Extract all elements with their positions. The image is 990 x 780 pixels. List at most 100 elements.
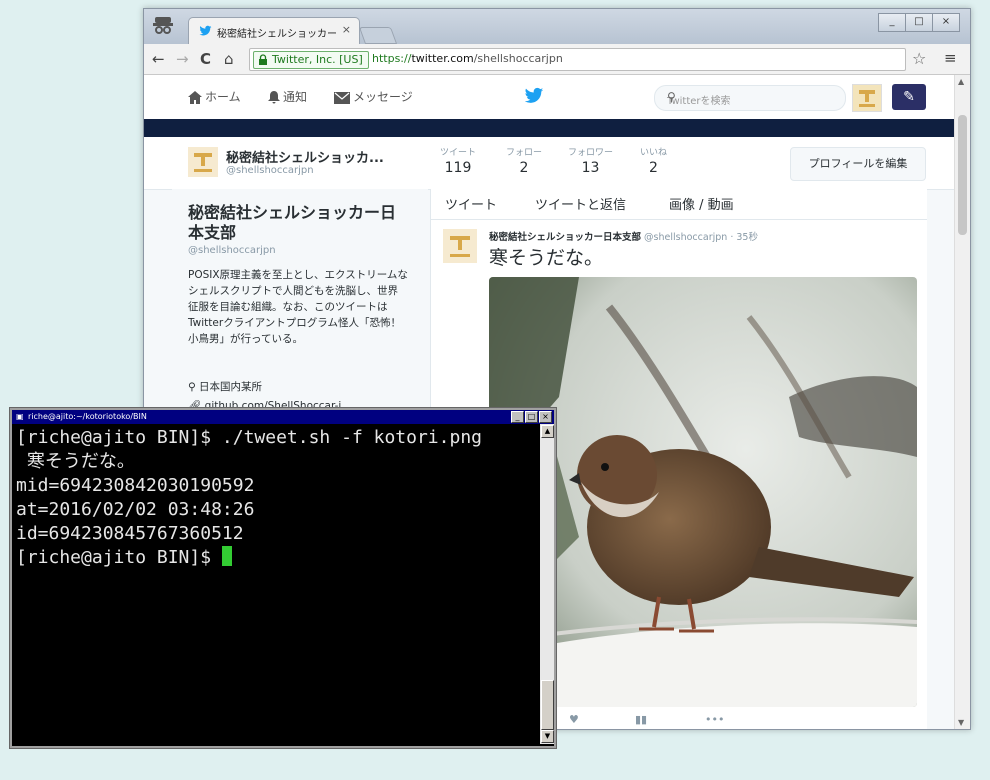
url-path: /shellshoccarjpn (473, 52, 563, 65)
tab-tweets-and-replies[interactable]: ツイートと返信 (535, 194, 626, 213)
scrollbar-thumb[interactable] (958, 115, 967, 235)
terminal-line: at=2016/02/02 03:48:26 (16, 499, 255, 520)
minimize-button[interactable]: _ (878, 13, 906, 32)
browser-titlebar: 秘密結社シェルショッカー日本 × _□× (144, 9, 970, 45)
page-scrollbar[interactable]: ▲ ▼ (954, 75, 970, 729)
profile-bio: POSIX原理主義を至上とし、エクストリームなシェルスクリプトで人間どもを洗脳し… (188, 269, 408, 345)
bell-icon (268, 91, 280, 104)
terminal-window: ▣ riche@ajito:~/kotoriotoko/BIN _ □ × [ric… (10, 408, 556, 748)
stat-label: フォロワー (568, 148, 614, 158)
tab-tweets[interactable]: ツイート (445, 194, 497, 213)
analytics-icon[interactable]: ▮▮ (635, 713, 647, 726)
terminal-scrollbar-thumb[interactable] (541, 680, 554, 730)
twitter-top-nav: ホーム 通知 メッセージ Twitterを検索 ⚲ ✎ (144, 75, 954, 120)
home-icon[interactable]: ⌂ (224, 50, 234, 68)
more-options-icon[interactable]: ••• (705, 713, 724, 726)
scroll-up-arrow-icon[interactable]: ▲ (958, 77, 964, 86)
tweet-text: 寒そうだな。 (489, 247, 604, 269)
terminal-window-controls: _ □ × (510, 411, 552, 423)
browser-tab[interactable]: 秘密結社シェルショッカー日本 × (188, 17, 360, 45)
menu-icon[interactable]: ≡ (944, 49, 957, 67)
tweet-header: 秘密結社シェルショッカー日本支部 @shellshoccarjpn · 35秒 (489, 229, 758, 243)
ev-certificate-badge[interactable]: Twitter, Inc. [US] (253, 51, 369, 69)
url-host: twitter.com (411, 52, 474, 65)
stat-followers[interactable]: フォロワー 13 (568, 145, 613, 176)
tweet-time[interactable]: · 35秒 (730, 232, 758, 243)
stat-value: 2 (649, 160, 658, 176)
terminal-line: 寒そうだな。 (16, 451, 135, 472)
nav-messages[interactable]: メッセージ (334, 88, 413, 105)
terminal-line: mid=694230842030190592 (16, 475, 255, 496)
back-arrow-icon[interactable]: ← (152, 50, 165, 68)
forward-arrow-icon[interactable]: → (176, 50, 189, 68)
like-heart-icon[interactable]: ♥ (569, 713, 579, 726)
stat-value: 13 (581, 160, 600, 176)
terminal-scrollbar[interactable]: ▲ ▼ (540, 424, 554, 744)
lock-icon (259, 54, 267, 65)
new-tab-button[interactable] (358, 27, 398, 44)
twitter-bird-icon[interactable] (524, 87, 544, 105)
browser-toolbar: ← → C ⌂ Twitter, Inc. [US] https://twitt… (144, 44, 970, 75)
search-icon[interactable]: ⚲ (667, 90, 833, 104)
stat-tweets[interactable]: ツイート 119 (440, 145, 476, 176)
tab-close-button[interactable]: × (342, 23, 351, 36)
address-bar[interactable]: Twitter, Inc. [US] https://twitter.com/s… (249, 48, 906, 71)
terminal-scroll-up-icon[interactable]: ▲ (541, 425, 554, 438)
stat-value: 119 (444, 160, 472, 176)
terminal-maximize-button[interactable]: □ (525, 411, 538, 423)
bookmark-star-icon[interactable]: ☆ (912, 49, 926, 68)
nav-notifications-label: 通知 (283, 90, 308, 104)
terminal-output[interactable]: [riche@ajito BIN]$ ./tweet.sh -f kotori.… (16, 426, 536, 744)
timeline-tabs: ツイート ツイートと返信 画像 / 動画 (431, 189, 927, 220)
url-text: https://twitter.com/shellshoccarjpn (372, 52, 563, 65)
tab-media[interactable]: 画像 / 動画 (669, 194, 734, 213)
nav-notifications[interactable]: 通知 (268, 88, 307, 105)
stat-following[interactable]: フォロー 2 (506, 145, 542, 176)
compose-tweet-button[interactable]: ✎ (892, 84, 926, 110)
terminal-line: id=694230845767360512 (16, 523, 244, 544)
terminal-scroll-down-icon[interactable]: ▼ (541, 730, 554, 743)
stat-label: いいね (640, 148, 668, 158)
shellshoccar-logo-icon (859, 90, 875, 107)
close-window-button[interactable]: × (932, 13, 960, 32)
maximize-button[interactable]: □ (905, 13, 933, 32)
edit-profile-button[interactable]: プロフィールを編集 (790, 147, 926, 181)
terminal-minimize-button[interactable]: _ (511, 411, 524, 423)
nav-messages-label: メッセージ (353, 90, 413, 104)
profile-sidebar-handle: @shellshoccarjpn (188, 245, 276, 256)
terminal-titlebar: ▣ riche@ajito:~/kotoriotoko/BIN _ □ × (12, 410, 554, 424)
tweet-author[interactable]: 秘密結社シェルショッカー日本支部 (489, 232, 641, 243)
terminal-title: riche@ajito:~/kotoriotoko/BIN (28, 412, 147, 421)
search-input[interactable]: Twitterを検索 ⚲ (654, 85, 846, 111)
stat-value: 2 (519, 160, 529, 176)
profile-banner (144, 119, 954, 137)
tab-title: 秘密結社シェルショッカー日本 (217, 29, 337, 40)
tweet-handle[interactable]: @shellshoccarjpn (644, 232, 727, 243)
profile-avatar[interactable] (188, 147, 218, 177)
nav-home-label: ホーム (205, 90, 241, 104)
reload-icon[interactable]: C (200, 50, 211, 68)
incognito-icon (153, 17, 173, 34)
terminal-close-button[interactable]: × (539, 411, 552, 423)
profile-name[interactable]: 秘密結社シェルショッカ... (226, 147, 384, 166)
profile-full-name: 秘密結社シェルショッカー日本支部 (188, 203, 397, 242)
location-text: 日本国内某所 (199, 381, 263, 393)
stat-likes[interactable]: いいね 2 (640, 145, 667, 176)
scroll-down-arrow-icon[interactable]: ▼ (958, 718, 964, 727)
home-icon (188, 91, 202, 104)
stat-label: フォロー (506, 148, 543, 158)
envelope-icon (334, 92, 350, 104)
tweet-avatar[interactable] (443, 229, 477, 263)
nav-home[interactable]: ホーム (188, 88, 241, 105)
location-pin-icon: ⚲ (188, 381, 200, 393)
profile-nav-bar: 秘密結社シェルショッカ... @shellshoccarjpn ツイート 119… (144, 137, 954, 190)
terminal-prompt: [riche@ajito BIN]$ (16, 547, 222, 568)
terminal-prompt-line: [riche@ajito BIN]$ (16, 546, 536, 570)
url-scheme: https:// (372, 52, 412, 65)
twitter-bird-icon (199, 25, 212, 36)
ev-label: Twitter, Inc. [US] (272, 53, 363, 66)
terminal-cursor (221, 546, 232, 566)
avatar[interactable] (852, 84, 882, 112)
terminal-line: [riche@ajito BIN]$ ./tweet.sh -f kotori.… (16, 427, 482, 448)
profile-location: ⚲ 日本国内某所 (188, 379, 262, 394)
